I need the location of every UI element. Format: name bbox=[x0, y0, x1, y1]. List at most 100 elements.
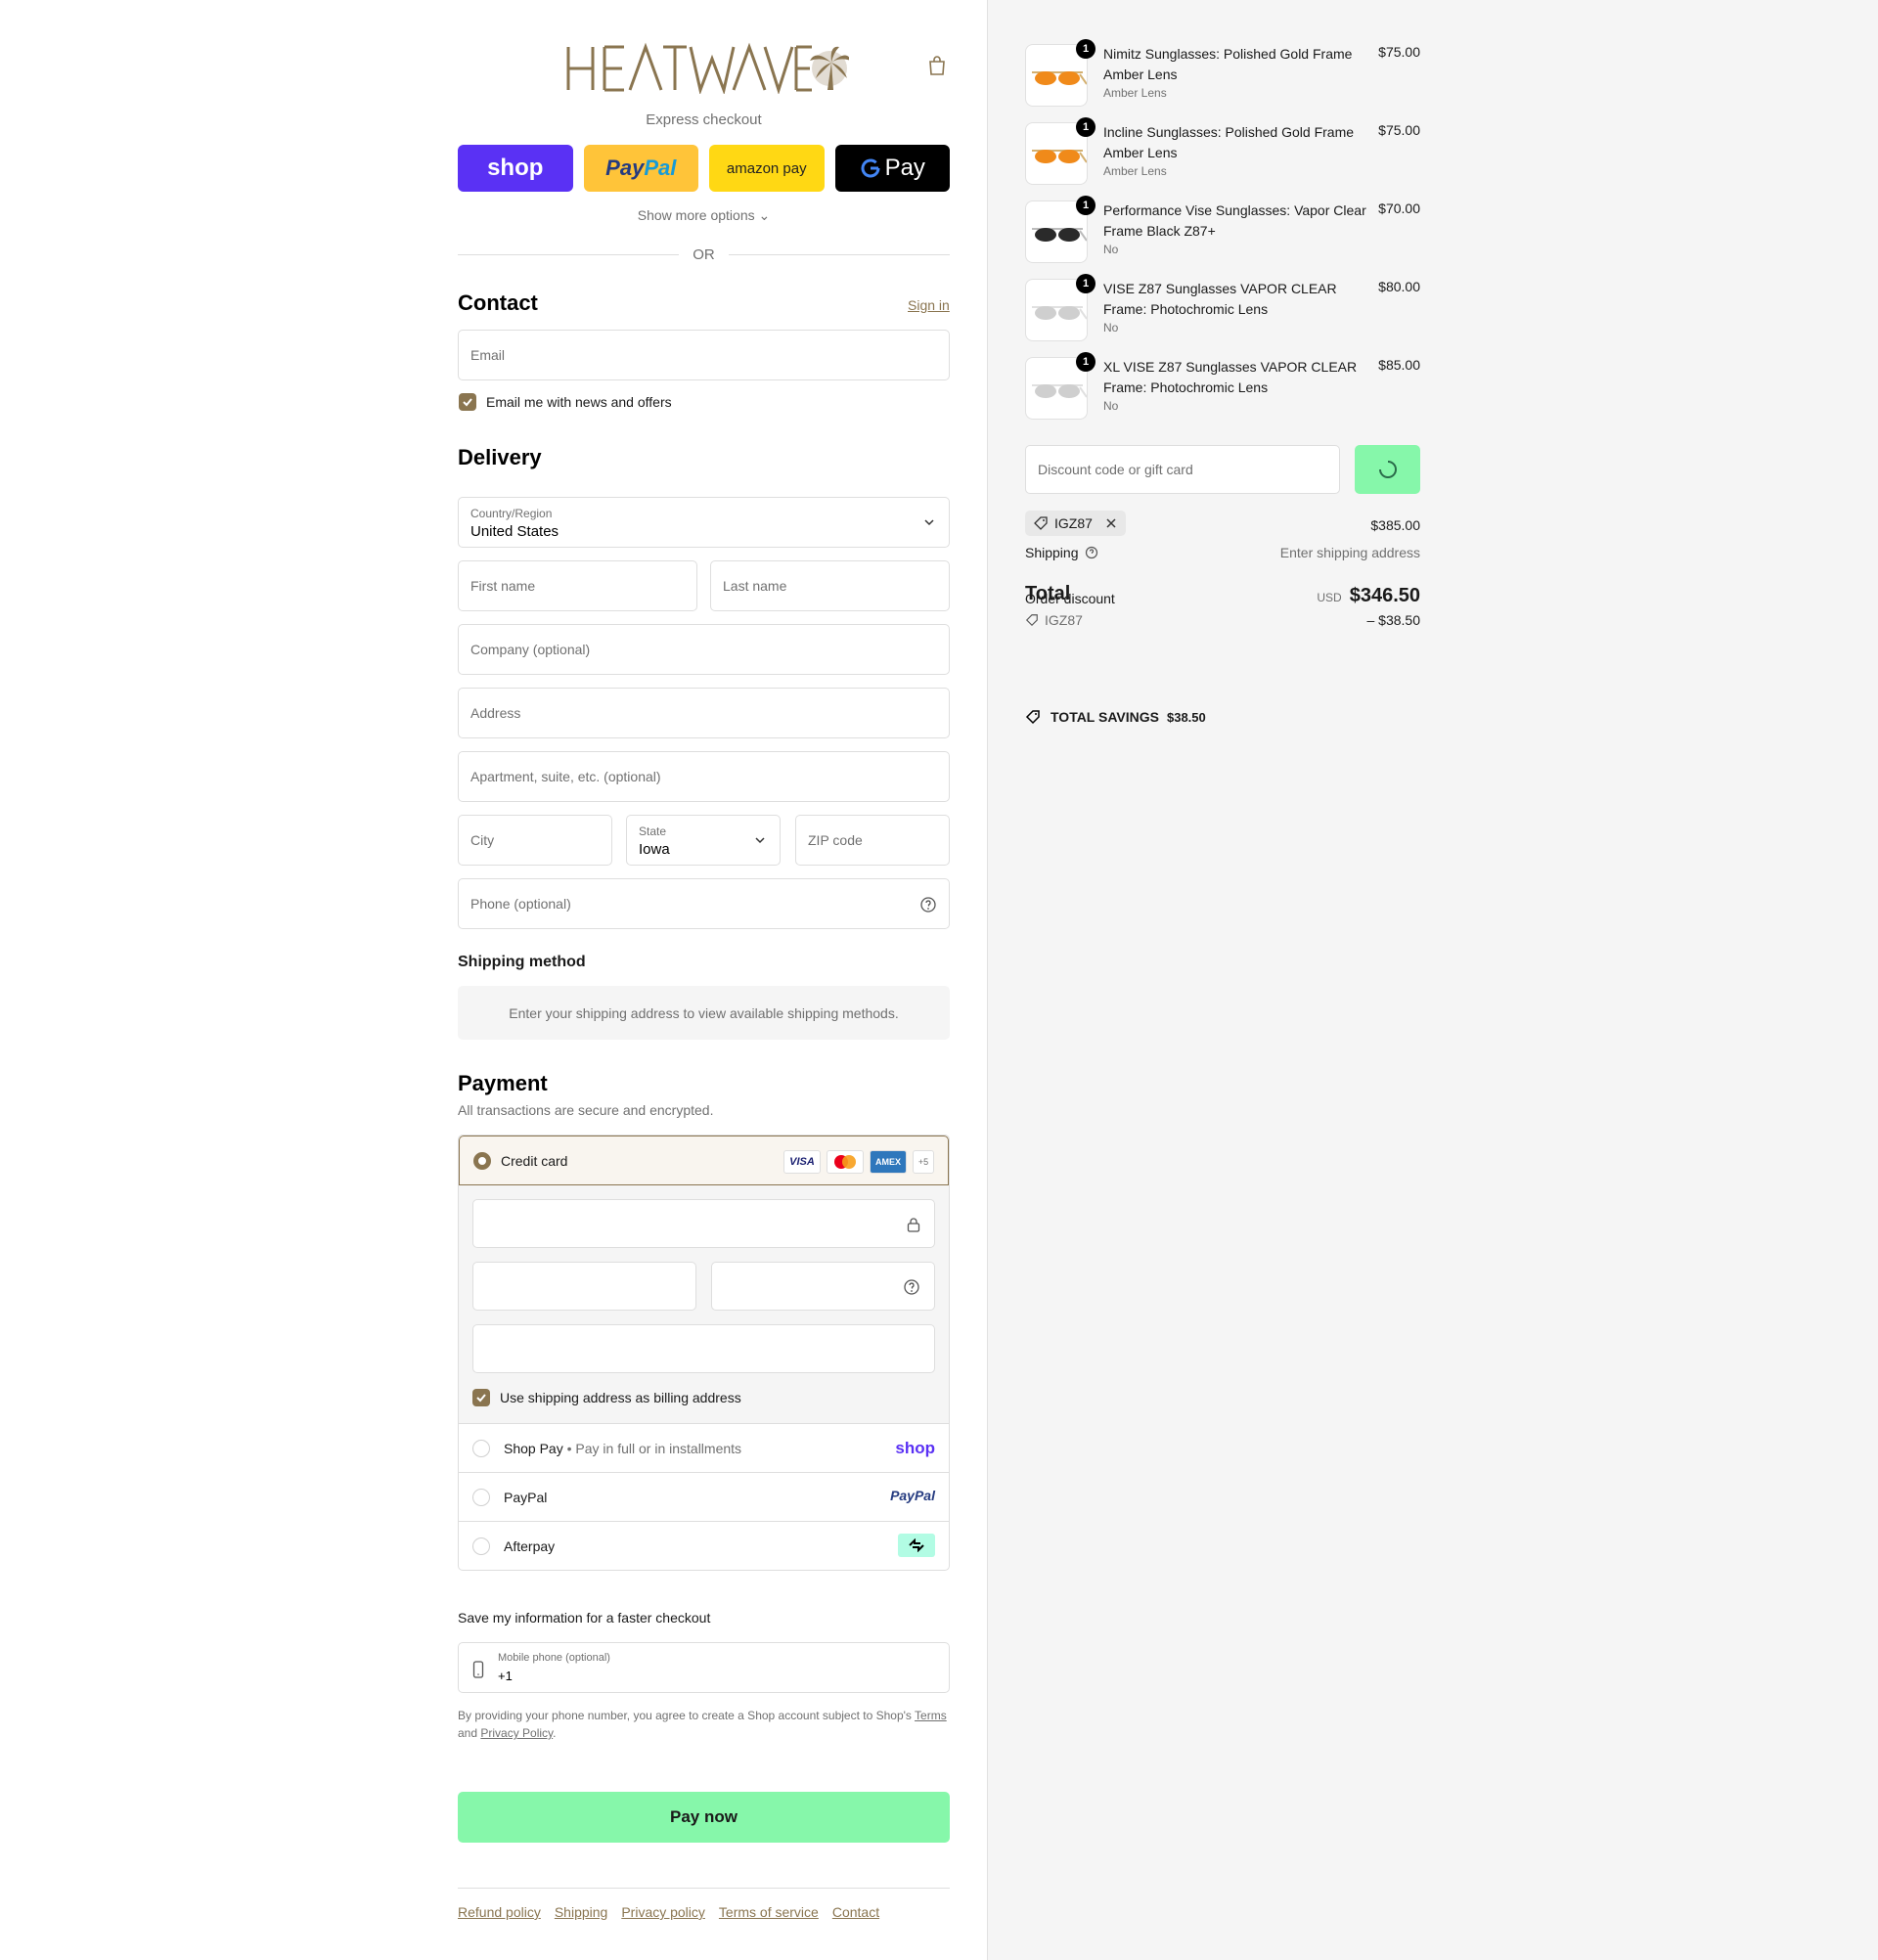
shipping-policy-link[interactable]: Shipping bbox=[555, 1904, 608, 1920]
shop-pay-express-button[interactable]: shop bbox=[458, 145, 573, 192]
chevron-down-icon bbox=[924, 519, 934, 526]
city-field[interactable]: City bbox=[458, 815, 612, 866]
product-variant: Amber Lens bbox=[1103, 86, 1167, 100]
pay-now-button[interactable]: Pay now bbox=[458, 1792, 950, 1843]
billing-checkbox[interactable] bbox=[472, 1389, 490, 1406]
country-select[interactable]: Country/Region United States bbox=[458, 497, 950, 548]
news-offers-option[interactable]: Email me with news and offers bbox=[459, 393, 672, 411]
google-pay-express-button[interactable]: Pay bbox=[834, 145, 950, 192]
check-icon bbox=[476, 1394, 486, 1403]
cart-item: 1 Performance Vise Sunglasses: Vapor Clea… bbox=[1025, 196, 1420, 263]
shop-pay-radio[interactable] bbox=[472, 1439, 490, 1457]
product-price: $85.00 bbox=[1378, 357, 1420, 373]
country-label: Country/Region bbox=[470, 507, 553, 520]
state-select[interactable]: State Iowa bbox=[626, 815, 781, 866]
total-savings-row: TOTAL SAVINGS $38.50 bbox=[1025, 708, 1206, 726]
city-placeholder: City bbox=[470, 832, 495, 848]
paypal-radio[interactable] bbox=[472, 1488, 490, 1506]
privacy-policy-link[interactable]: Privacy Policy bbox=[480, 1726, 553, 1740]
paypal-label: PayPal bbox=[504, 1489, 548, 1505]
legal-and: and bbox=[458, 1726, 478, 1740]
credit-card-form: Use shipping address as billing address bbox=[459, 1185, 949, 1423]
company-field[interactable]: Company (optional) bbox=[458, 624, 950, 675]
billing-label: Use shipping address as billing address bbox=[500, 1390, 741, 1405]
quantity-badge: 1 bbox=[1076, 117, 1096, 137]
refund-policy-link[interactable]: Refund policy bbox=[458, 1904, 541, 1920]
mobile-phone-value: +1 bbox=[498, 1669, 513, 1683]
news-checkbox[interactable] bbox=[459, 393, 476, 411]
zip-field[interactable]: ZIP code bbox=[795, 815, 950, 866]
payment-subtitle: All transactions are secure and encrypte… bbox=[458, 1102, 714, 1118]
show-more-options-link[interactable]: Show more options ⌄ bbox=[458, 207, 950, 224]
heatwave-logo[interactable] bbox=[565, 39, 849, 94]
savings-value: $38.50 bbox=[1166, 709, 1206, 725]
credit-card-radio[interactable] bbox=[473, 1151, 491, 1170]
billing-address-option[interactable]: Use shipping address as billing address bbox=[472, 1389, 741, 1406]
apartment-field[interactable]: Apartment, suite, etc. (optional) bbox=[458, 751, 950, 802]
help-circle-icon[interactable] bbox=[903, 1278, 920, 1296]
product-variant: No bbox=[1103, 321, 1119, 334]
quantity-badge: 1 bbox=[1076, 196, 1096, 215]
product-price: $70.00 bbox=[1378, 200, 1420, 216]
address-field[interactable]: Address bbox=[458, 688, 950, 738]
credit-card-option[interactable]: Credit card VISA AMEX +5 bbox=[459, 1136, 949, 1185]
sign-in-link[interactable]: Sign in bbox=[908, 297, 950, 313]
email-placeholder: Email bbox=[470, 347, 506, 363]
discount-value: – $38.50 bbox=[1366, 612, 1421, 628]
terms-link[interactable]: Terms bbox=[915, 1709, 947, 1722]
paypal-express-button[interactable]: Pay Pal bbox=[583, 145, 698, 192]
contact-link[interactable]: Contact bbox=[832, 1904, 879, 1920]
amazon-pay-express-button[interactable]: amazon pay bbox=[709, 145, 825, 192]
cart-item: 1 VISE Z87 Sunglasses VAPOR CLEAR Frame: … bbox=[1025, 274, 1420, 341]
expiration-date-field[interactable] bbox=[472, 1262, 696, 1311]
first-name-field[interactable]: First name bbox=[458, 560, 697, 611]
name-on-card-field[interactable] bbox=[472, 1324, 935, 1373]
shopping-bag-icon[interactable] bbox=[925, 54, 949, 77]
privacy-policy-footer-link[interactable]: Privacy policy bbox=[621, 1904, 705, 1920]
paypal-option[interactable]: PayPal PayPal bbox=[459, 1472, 949, 1521]
afterpay-option[interactable]: Afterpay bbox=[459, 1521, 949, 1570]
security-code-field[interactable] bbox=[711, 1262, 935, 1311]
credit-card-label: Credit card bbox=[501, 1152, 568, 1169]
loading-spinner-icon bbox=[1378, 461, 1397, 478]
contact-heading: Contact bbox=[458, 290, 538, 315]
save-info-heading: Save my information for a faster checkou… bbox=[458, 1610, 711, 1626]
footer-links: Refund policy Shipping Privacy policy Te… bbox=[458, 1904, 879, 1920]
google-g-icon bbox=[861, 158, 880, 178]
card-number-field[interactable] bbox=[472, 1199, 935, 1248]
tag-icon bbox=[1025, 614, 1038, 627]
discount-code-input[interactable]: Discount code or gift card bbox=[1025, 445, 1340, 494]
product-price: $80.00 bbox=[1378, 279, 1420, 294]
shop-pay-logo: shop bbox=[895, 1439, 935, 1457]
payment-methods: Credit card VISA AMEX +5 Use shipping ad… bbox=[458, 1135, 950, 1571]
mobile-phone-field[interactable]: Mobile phone (optional) +1 bbox=[458, 1642, 950, 1693]
cart-item: 1 XL VISE Z87 Sunglasses VAPOR CLEAR Fram… bbox=[1025, 352, 1420, 420]
paypal-label-pay: Pay bbox=[605, 156, 645, 180]
help-circle-icon[interactable] bbox=[1085, 546, 1098, 559]
help-circle-icon[interactable] bbox=[919, 896, 937, 913]
apartment-placeholder: Apartment, suite, etc. (optional) bbox=[470, 769, 661, 784]
product-name: XL VISE Z87 Sunglasses VAPOR CLEAR Frame… bbox=[1103, 359, 1358, 395]
last-name-field[interactable]: Last name bbox=[710, 560, 950, 611]
shipping-row: Shipping Enter shipping address bbox=[1025, 545, 1420, 560]
phone-field[interactable]: Phone (optional) bbox=[458, 878, 950, 929]
google-pay-label: Pay bbox=[884, 155, 925, 181]
email-field[interactable]: Email bbox=[458, 330, 950, 380]
quantity-badge: 1 bbox=[1076, 39, 1096, 59]
shipping-value: Enter shipping address bbox=[1279, 545, 1420, 560]
amex-icon: AMEX bbox=[870, 1150, 907, 1174]
apply-discount-button[interactable] bbox=[1355, 445, 1420, 494]
divider-line bbox=[458, 253, 680, 255]
product-variant: No bbox=[1103, 243, 1119, 256]
shop-pay-label: Shop Pay bbox=[504, 1440, 563, 1456]
phone-placeholder: Phone (optional) bbox=[470, 896, 571, 912]
cart-item: 1 Incline Sunglasses: Polished Gold Frame… bbox=[1025, 117, 1420, 185]
divider-line bbox=[728, 253, 950, 255]
more-cards-badge: +5 bbox=[913, 1150, 934, 1174]
product-name: Incline Sunglasses: Polished Gold Frame … bbox=[1103, 124, 1355, 160]
shop-pay-option[interactable]: Shop Pay • Pay in full or in installment… bbox=[459, 1423, 949, 1472]
product-price: $75.00 bbox=[1378, 122, 1420, 138]
afterpay-radio[interactable] bbox=[472, 1537, 490, 1555]
terms-of-service-link[interactable]: Terms of service bbox=[719, 1904, 819, 1920]
show-more-label: Show more options bbox=[637, 207, 755, 223]
